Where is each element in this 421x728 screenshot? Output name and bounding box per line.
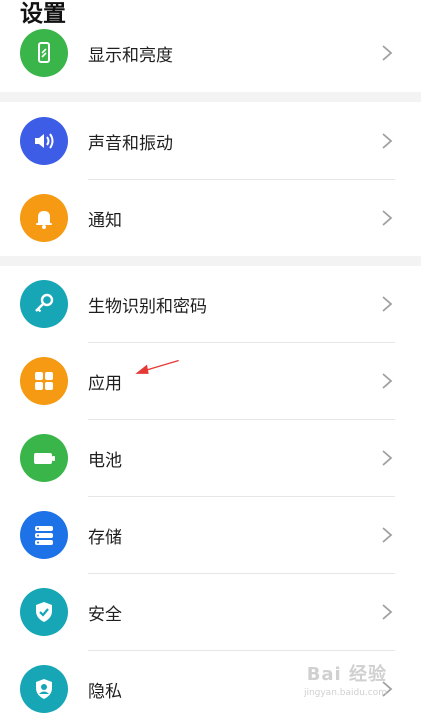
settings-item-label: 电池: [88, 450, 122, 471]
apps-icon: [20, 357, 68, 405]
settings-item-label: 安全: [88, 604, 122, 625]
bell-icon: [20, 194, 68, 242]
display-icon: [20, 29, 68, 77]
chevron-right-icon: [382, 133, 393, 149]
watermark: Bai 经验: [306, 664, 387, 685]
watermark-url: jingyan.baidu.com: [303, 688, 387, 698]
group-separator: [0, 92, 421, 102]
chevron-right-icon: [382, 210, 393, 226]
settings-item-biometrics[interactable]: 生物识别和密码: [0, 265, 421, 343]
settings-item-label: 隐私: [88, 681, 122, 702]
battery-icon: [20, 434, 68, 482]
chevron-right-icon: [382, 373, 393, 389]
chevron-right-icon: [382, 45, 393, 61]
red-arrow-annotation-icon: [135, 359, 179, 374]
settings-item-notifications[interactable]: 通知: [0, 179, 421, 257]
settings-item-battery[interactable]: 电池: [0, 419, 421, 497]
settings-item-apps[interactable]: 应用: [0, 342, 421, 420]
chevron-right-icon: [382, 604, 393, 620]
settings-item-label: 显示和亮度: [88, 45, 173, 66]
settings-item-security[interactable]: 安全: [0, 573, 421, 651]
chevron-right-icon: [382, 450, 393, 466]
settings-item-label: 声音和振动: [88, 133, 173, 154]
settings-item-label: 应用: [88, 373, 122, 394]
settings-item-label: 存储: [88, 527, 122, 548]
chevron-right-icon: [382, 296, 393, 312]
speaker-icon: [20, 117, 68, 165]
chevron-right-icon: [382, 527, 393, 543]
settings-item-sound[interactable]: 声音和振动: [0, 102, 421, 180]
settings-item-label: 通知: [88, 210, 122, 231]
shield-icon: [20, 588, 68, 636]
key-icon: [20, 280, 68, 328]
settings-item-display[interactable]: 显示和亮度: [0, 14, 421, 92]
settings-item-storage[interactable]: 存储: [0, 496, 421, 574]
storage-icon: [20, 511, 68, 559]
settings-item-label: 生物识别和密码: [88, 296, 207, 317]
